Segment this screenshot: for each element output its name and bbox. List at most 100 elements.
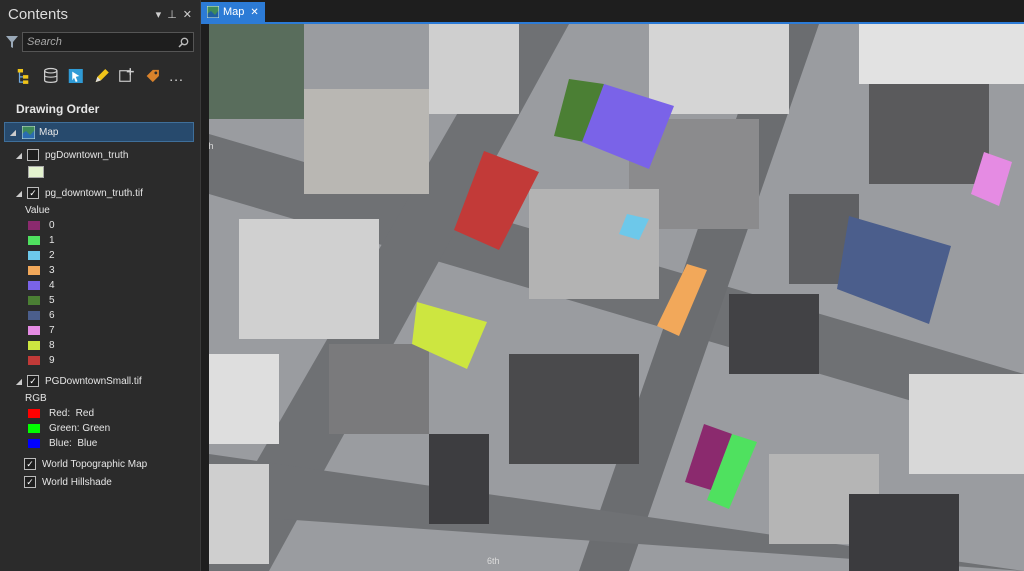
map-view[interactable]: 6th 6th (209, 24, 1024, 571)
tab-close-icon[interactable]: ✕ (250, 7, 258, 18)
legend-swatch (28, 281, 40, 290)
pin-icon[interactable]: ⊥ (167, 8, 177, 21)
collapse-arrow-icon[interactable]: ◢ (14, 151, 24, 160)
collapse-arrow-icon[interactable]: ◢ (8, 128, 18, 137)
building-roof (529, 189, 659, 299)
labeling-icon[interactable] (144, 66, 162, 86)
legend-value-heading: Value (25, 204, 50, 216)
layer-pgdowntownsmall-tif[interactable]: ◢ ✓ PGDowntownSmall.tif (0, 372, 200, 390)
drawing-order-heading: Drawing Order (16, 102, 100, 116)
legend-symbol (28, 166, 44, 178)
selection-icon[interactable] (67, 66, 85, 86)
legend-swatch (28, 221, 40, 230)
visibility-checkbox[interactable]: ✓ (24, 476, 36, 488)
legend-value-label: 9 (49, 355, 55, 366)
visibility-checkbox[interactable] (27, 149, 39, 161)
contents-title: Contents (8, 5, 69, 23)
street-label: 6th (209, 141, 214, 151)
legend-swatch (28, 311, 40, 320)
legend-value-item: 7 (0, 323, 200, 338)
legend-swatch (28, 326, 40, 335)
layer-label: PGDowntownSmall.tif (45, 375, 142, 387)
rgb-legend: Red: Red Green: Green Blue: Blue (0, 406, 200, 451)
layer-pg-downtown-truth-tif[interactable]: ◢ ✓ pg_downtown_truth.tif (0, 184, 200, 202)
legend-value-label: 3 (49, 265, 55, 276)
close-icon[interactable]: ✕ (183, 8, 192, 21)
search-box (22, 32, 194, 52)
tab-map[interactable]: Map ✕ (201, 2, 265, 22)
filter-icon[interactable] (6, 35, 18, 49)
legend-value-item: 2 (0, 248, 200, 263)
layer-label: World Hillshade (42, 476, 112, 488)
building-roof (239, 219, 379, 339)
building-roof (304, 89, 429, 194)
layer-label: pg_downtown_truth.tif (45, 187, 143, 199)
building-roof (209, 24, 304, 119)
visibility-checkbox[interactable]: ✓ (24, 458, 36, 470)
layer-pgdowntown-truth[interactable]: ◢ pgDowntown_truth (0, 146, 200, 164)
legend-swatch (28, 409, 40, 418)
legend-swatch (28, 266, 40, 275)
legend-value-label: 8 (49, 340, 55, 351)
building-roof (869, 84, 989, 184)
legend-value-item: 1 (0, 233, 200, 248)
map-icon (207, 6, 219, 18)
building-roof (209, 464, 269, 564)
parking-lot (329, 344, 429, 434)
visibility-checkbox[interactable]: ✓ (27, 187, 39, 199)
building-roof (649, 24, 789, 114)
legend-rgb-heading: RGB (25, 392, 47, 404)
contents-toolbar: ... (0, 56, 200, 92)
legend-value-label: 1 (49, 235, 55, 246)
map-tab-bar: Map ✕ (201, 0, 1024, 24)
map-node[interactable]: ◢ Map (4, 122, 194, 142)
pane-tools: ▾ ⊥ ✕ (156, 8, 192, 21)
legend-value-label: 2 (49, 250, 55, 261)
collapse-arrow-icon[interactable]: ◢ (14, 189, 24, 198)
building-roof (429, 24, 519, 114)
search-icon[interactable] (178, 37, 189, 48)
legend-band-item: Blue: Blue (0, 436, 200, 451)
legend-swatch (28, 251, 40, 260)
building-roof (729, 294, 819, 374)
building-roof (909, 374, 1024, 474)
search-row (0, 28, 200, 56)
legend-swatch (28, 424, 40, 433)
legend-value-item: 4 (0, 278, 200, 293)
drawing-order-icon[interactable] (16, 66, 34, 86)
editing-icon[interactable] (93, 66, 111, 86)
layer-world-hillshade[interactable]: ✓ World Hillshade (0, 473, 200, 491)
more-options-icon[interactable]: ... (169, 68, 184, 84)
tab-map-label: Map (223, 6, 245, 18)
legend-value-label: 0 (49, 220, 55, 231)
legend-value-item: 3 (0, 263, 200, 278)
contents-pane: Contents ▾ ⊥ ✕ ... Drawing Order ◢ Map ◢ (0, 0, 201, 571)
legend-band-item: Green: Green (0, 421, 200, 436)
collapse-arrow-icon[interactable]: ◢ (14, 377, 24, 386)
building-roof (429, 434, 489, 524)
search-input[interactable] (27, 36, 178, 48)
legend-value-label: 7 (49, 325, 55, 336)
map-node-label: Map (39, 126, 59, 138)
legend-swatch (28, 236, 40, 245)
street-label: 6th (487, 556, 500, 566)
visibility-checkbox[interactable]: ✓ (27, 375, 39, 387)
data-source-icon[interactable] (42, 66, 60, 86)
layer-world-topographic-map[interactable]: ✓ World Topographic Map (0, 455, 200, 473)
building-roof (509, 354, 639, 464)
legend-value-item: 6 (0, 308, 200, 323)
building-roof (209, 354, 279, 444)
legend-swatch (28, 356, 40, 365)
layer-label: pgDowntown_truth (45, 149, 129, 161)
pane-menu-icon[interactable]: ▾ (156, 8, 162, 21)
legend-band-label: Red: Red (49, 408, 95, 419)
legend-swatch (28, 341, 40, 350)
layer-label: World Topographic Map (42, 458, 148, 470)
building-roof (849, 494, 959, 571)
legend-value-label: 4 (49, 280, 55, 291)
legend-band-item: Red: Red (0, 406, 200, 421)
contents-header: Contents ▾ ⊥ ✕ (0, 0, 200, 28)
snapping-icon[interactable] (118, 66, 136, 86)
map-icon (22, 125, 35, 139)
aerial-imagery[interactable]: 6th 6th (209, 24, 1024, 571)
